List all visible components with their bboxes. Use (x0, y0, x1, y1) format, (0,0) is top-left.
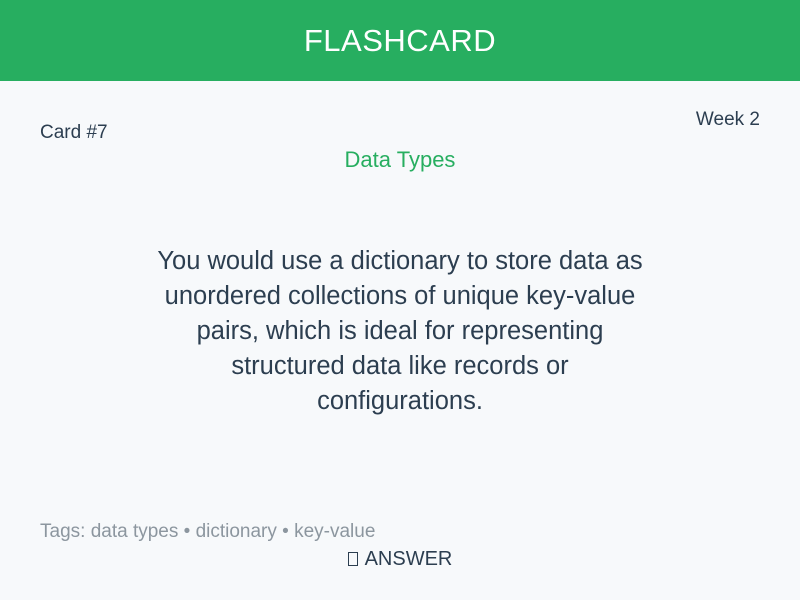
card-answer-text: You would use a dictionary to store data… (157, 247, 643, 415)
card-side-indicator[interactable]: ANSWER (0, 548, 800, 570)
card-side-label: ANSWER (364, 548, 453, 570)
card-tags: Tags: data types • dictionary • key-valu… (40, 521, 376, 542)
app-title: FLASHCARD (303, 23, 497, 58)
card-number: Card #7 (40, 122, 108, 143)
card-category: Data Types (344, 147, 456, 172)
app-header: FLASHCARD (0, 0, 800, 81)
week-label: Week 2 (695, 109, 760, 130)
card-glyph-icon (347, 552, 358, 566)
